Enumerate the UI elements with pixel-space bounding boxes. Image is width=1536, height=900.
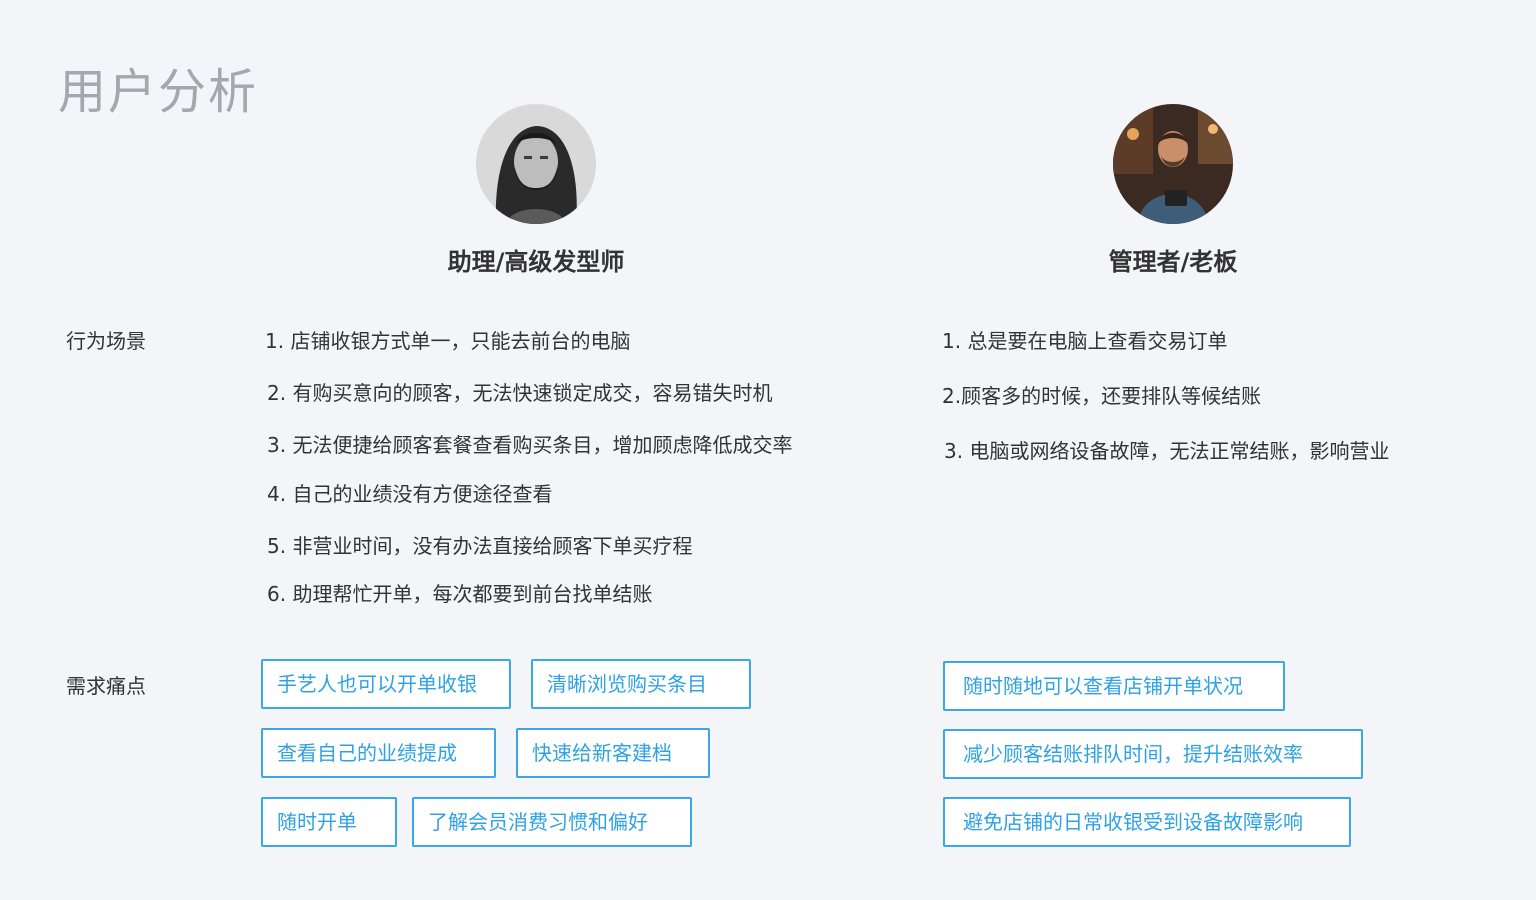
need-tag[interactable]: 手艺人也可以开单收银 (261, 659, 511, 709)
list-item: 3. 电脑或网络设备故障，无法正常结账，影响营业 (944, 439, 1390, 463)
list-item: 2. 有购买意向的顾客，无法快速锁定成交，容易错失时机 (267, 381, 773, 405)
persona-role-assistant: 助理/高级发型师 (447, 248, 625, 276)
need-tag[interactable]: 减少顾客结账排队时间，提升结账效率 (943, 729, 1363, 779)
need-tag[interactable]: 快速给新客建档 (516, 728, 710, 778)
persona-manager: 管理者/老板 (1013, 104, 1333, 277)
persona-assistant: 助理/高级发型师 (376, 104, 696, 277)
page-title: 用户分析 (58, 64, 259, 120)
avatar-assistant (476, 104, 596, 224)
list-item: 1. 店铺收银方式单一，只能去前台的电脑 (265, 329, 631, 353)
persona-role-manager: 管理者/老板 (1108, 248, 1238, 276)
need-tag[interactable]: 避免店铺的日常收银受到设备故障影响 (943, 797, 1351, 847)
list-item: 5. 非营业时间，没有办法直接给顾客下单买疗程 (267, 534, 693, 558)
avatar-manager (1113, 104, 1233, 224)
list-item: 3. 无法便捷给顾客套餐查看购买条目，增加顾虑降低成交率 (267, 433, 793, 457)
need-tag[interactable]: 查看自己的业绩提成 (261, 728, 496, 778)
row-label-behavior: 行为场景 (66, 329, 146, 353)
bearded-man-photo-icon (476, 104, 596, 224)
list-item: 6. 助理帮忙开单，每次都要到前台找单结账 (267, 582, 653, 606)
list-item: 4. 自己的业绩没有方便途径查看 (267, 482, 553, 506)
list-item: 2.顾客多的时候，还要排队等候结账 (942, 384, 1262, 408)
list-item: 1. 总是要在电脑上查看交易订单 (942, 329, 1228, 353)
need-tag[interactable]: 了解会员消费习惯和偏好 (412, 797, 692, 847)
manager-photo-icon (1113, 104, 1233, 224)
need-tag[interactable]: 随时随地可以查看店铺开单状况 (943, 661, 1285, 711)
need-tag[interactable]: 随时开单 (261, 797, 397, 847)
need-tag[interactable]: 清晰浏览购买条目 (531, 659, 751, 709)
row-label-needs: 需求痛点 (66, 674, 146, 698)
